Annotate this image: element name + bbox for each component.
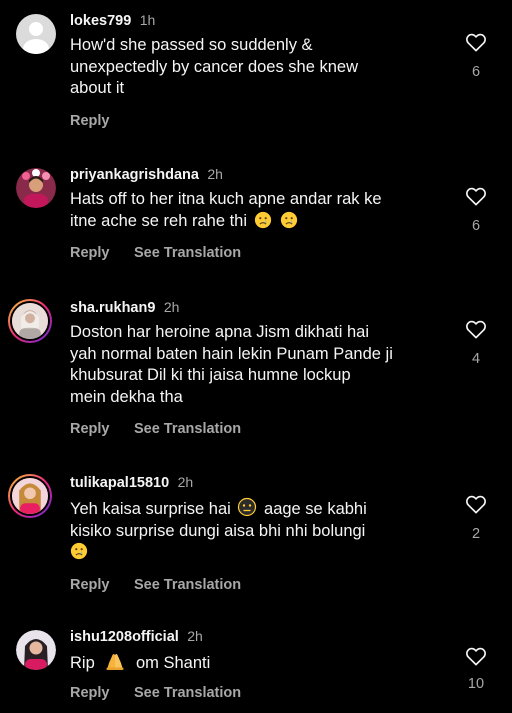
comment-text-line: mein dekha tha [70, 387, 183, 406]
comments-list: lokes799 1h How'd she passed so suddenly… [0, 0, 512, 713]
avatar-photo-image [16, 168, 56, 208]
comment-body: priyankagrishdana 2h Hats off to her itn… [70, 164, 440, 263]
comment-body: sha.rukhan9 2h Doston har heroine apna J… [70, 297, 440, 439]
comment-actions: Reply See Translation [70, 575, 440, 595]
see-translation-button[interactable]: See Translation [134, 245, 241, 261]
reply-button[interactable]: Reply [70, 421, 110, 437]
crying-face-icon [281, 211, 298, 228]
comment-actions: Reply See Translation [70, 683, 440, 703]
like-control: 4 [463, 319, 489, 367]
crying-face-icon [254, 211, 271, 228]
avatar-photo-image [12, 303, 48, 339]
comment-timestamp: 2h [207, 166, 223, 182]
like-count: 6 [471, 64, 481, 80]
avatar-photo-image [16, 630, 56, 670]
comment-text-line: unexpectedly by cancer does she knew [70, 57, 359, 76]
comment-text: Doston har heroine apna Jism dikhati hai… [70, 322, 440, 408]
comment-text-line: How'd she passed so suddenly & [70, 36, 313, 54]
comment-text: Hats off to her itna kuch apne andar rak… [70, 189, 440, 232]
comment-timestamp: 2h [163, 299, 180, 315]
like-control: 6 [463, 186, 489, 234]
comment-text-line-with-emoji [70, 542, 440, 564]
comment-text: Yeh kaisa surprise hai aage se kabhi kis… [70, 497, 440, 564]
heart-outline-icon[interactable] [465, 494, 487, 514]
like-count: 6 [471, 218, 481, 234]
comment-username[interactable]: tulikapal15810 [70, 475, 169, 491]
comment-text-line: om Shanti [135, 654, 211, 672]
comment-username[interactable]: priyankagrishdana [70, 167, 199, 183]
like-control: 2 [463, 494, 489, 542]
like-count: 4 [471, 351, 481, 367]
avatar[interactable] [16, 630, 56, 670]
comment-text-line: aage se kabhi [264, 500, 367, 518]
heart-outline-icon[interactable] [465, 319, 487, 339]
comment-text-line: about it [70, 79, 125, 97]
comment-text-line: kisiko surprise dungi aisa bhi nhi bolun… [70, 521, 366, 540]
comment-text-line: yah normal baten hain lekin Punam Pande … [70, 344, 393, 363]
comment-actions: Reply See Translation [70, 243, 440, 263]
comment-text-line: Doston har heroine apna Jism dikhati hai [70, 323, 370, 341]
comment-username[interactable]: ishu1208official [70, 629, 179, 645]
comment-meta: lokes799 1h [70, 10, 440, 30]
like-count: 10 [467, 676, 485, 692]
comment-timestamp: 2h [187, 628, 203, 644]
comment-meta: sha.rukhan9 2h [70, 297, 440, 317]
like-count: 2 [471, 526, 481, 542]
folded-hands-icon [106, 654, 124, 670]
avatar[interactable] [8, 299, 52, 343]
reply-button[interactable]: Reply [70, 577, 110, 593]
comment-actions: Reply See Translation [70, 419, 440, 439]
default-avatar-icon[interactable] [16, 14, 56, 54]
crying-face-icon [70, 542, 88, 560]
see-translation-button[interactable]: See Translation [134, 421, 241, 437]
comment-text-line-with-emoji: Yeh kaisa surprise hai aage se kabhi [70, 497, 440, 521]
heart-outline-icon[interactable] [465, 32, 487, 52]
see-translation-button[interactable]: See Translation [134, 685, 241, 701]
comment-text-line-with-emoji: itne ache se reh rahe thi [70, 211, 440, 233]
comment-body: tulikapal15810 2h Yeh kaisa surprise hai… [70, 472, 440, 595]
comment-text-line: khubsurat Dil ki thi jaisa humne lockup [70, 366, 351, 384]
comment-text-line: Yeh kaisa surprise hai [70, 500, 231, 518]
comment-actions: Reply [70, 111, 440, 131]
avatar[interactable] [8, 474, 52, 518]
comment-text-line-with-emoji: Rip om Shanti [70, 651, 440, 675]
comment-body: ishu1208official 2h Rip om Shanti Reply … [70, 626, 440, 703]
heart-outline-icon[interactable] [465, 646, 487, 666]
comment-meta: priyankagrishdana 2h [70, 164, 440, 184]
comment-text-line: Hats off to her itna kuch apne andar rak… [70, 190, 382, 208]
avatar[interactable] [16, 168, 56, 208]
neutral-face-icon [238, 497, 257, 517]
reply-button[interactable]: Reply [70, 685, 110, 701]
heart-outline-icon[interactable] [465, 186, 487, 206]
see-translation-button[interactable]: See Translation [134, 577, 241, 593]
comment-text: How'd she passed so suddenly & unexpecte… [70, 35, 440, 100]
comment-timestamp: 2h [177, 474, 194, 490]
comment-username[interactable]: sha.rukhan9 [70, 300, 155, 316]
reply-button[interactable]: Reply [70, 245, 110, 261]
reply-button[interactable]: Reply [70, 113, 110, 129]
comment-meta: tulikapal15810 2h [70, 472, 440, 492]
avatar-photo-image [12, 478, 48, 514]
comment-body: lokes799 1h How'd she passed so suddenly… [70, 10, 440, 131]
like-control: 6 [463, 32, 489, 80]
comment-meta: ishu1208official 2h [70, 626, 440, 646]
comment-username[interactable]: lokes799 [70, 13, 131, 29]
comment-timestamp: 1h [139, 12, 156, 28]
comment-text: Rip om Shanti [70, 651, 440, 675]
comment-text-line: Rip [70, 654, 95, 672]
comment-text-line: itne ache se reh rahe thi [70, 211, 248, 230]
like-control: 10 [463, 646, 489, 692]
